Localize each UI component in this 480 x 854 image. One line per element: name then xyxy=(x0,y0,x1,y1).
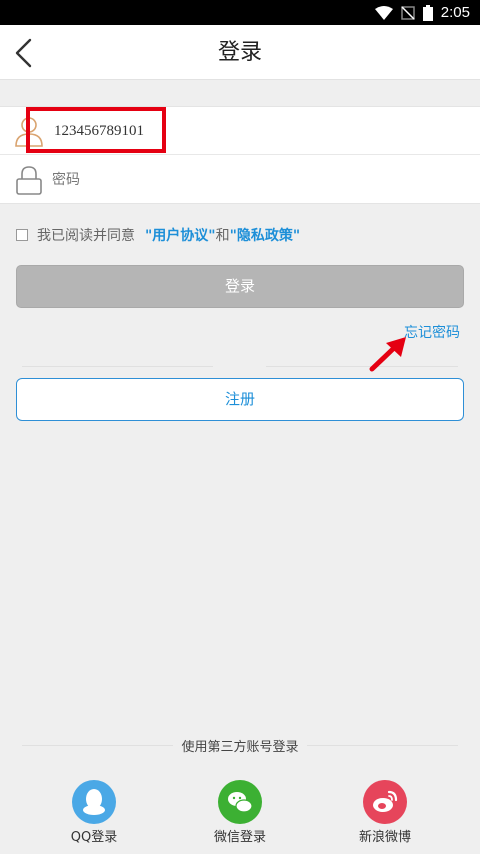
privacy-policy-link[interactable]: "隐私政策" xyxy=(230,225,301,245)
no-signal-icon xyxy=(401,5,415,20)
agreement-row: 我已阅读并同意 "用户协议" 和 "隐私政策" xyxy=(16,224,300,246)
agreement-checkbox[interactable] xyxy=(16,229,28,241)
wechat-login-button[interactable]: 微信登录 xyxy=(185,780,295,845)
register-button[interactable]: 注册 xyxy=(16,378,464,421)
lock-icon xyxy=(16,166,42,195)
qq-login-button[interactable]: QQ登录 xyxy=(39,780,149,845)
battery-icon xyxy=(422,4,433,21)
weibo-icon xyxy=(363,780,407,824)
status-time: 2:05 xyxy=(440,4,470,21)
agreement-and: 和 xyxy=(215,228,230,244)
nav-bar: 登录 xyxy=(0,25,480,80)
password-field[interactable] xyxy=(52,164,432,196)
password-row[interactable] xyxy=(0,156,480,204)
username-highlight-box xyxy=(26,107,166,153)
third-party-title: 使用第三方账号登录 xyxy=(0,736,480,755)
user-agreement-link[interactable]: "用户协议" xyxy=(145,225,216,245)
qq-login-label: QQ登录 xyxy=(70,830,118,845)
wechat-login-label: 微信登录 xyxy=(213,830,266,845)
wifi-icon xyxy=(374,5,393,20)
red-arrow-annotation-icon xyxy=(369,337,406,372)
qq-icon xyxy=(72,780,116,824)
divider-right xyxy=(266,366,458,367)
divider-left xyxy=(22,366,213,367)
wechat-icon xyxy=(218,780,262,824)
status-icons: 2:05 xyxy=(374,2,470,23)
forgot-password-link[interactable]: 忘记密码 xyxy=(404,322,460,342)
login-button[interactable]: 登录 xyxy=(16,265,464,308)
agreement-text: 我已阅读并同意 xyxy=(37,228,135,244)
page-title: 登录 xyxy=(217,40,262,65)
weibo-login-label: 新浪微博 xyxy=(358,830,411,845)
weibo-login-button[interactable]: 新浪微博 xyxy=(330,780,440,845)
status-bar: 2:05 xyxy=(0,0,480,25)
